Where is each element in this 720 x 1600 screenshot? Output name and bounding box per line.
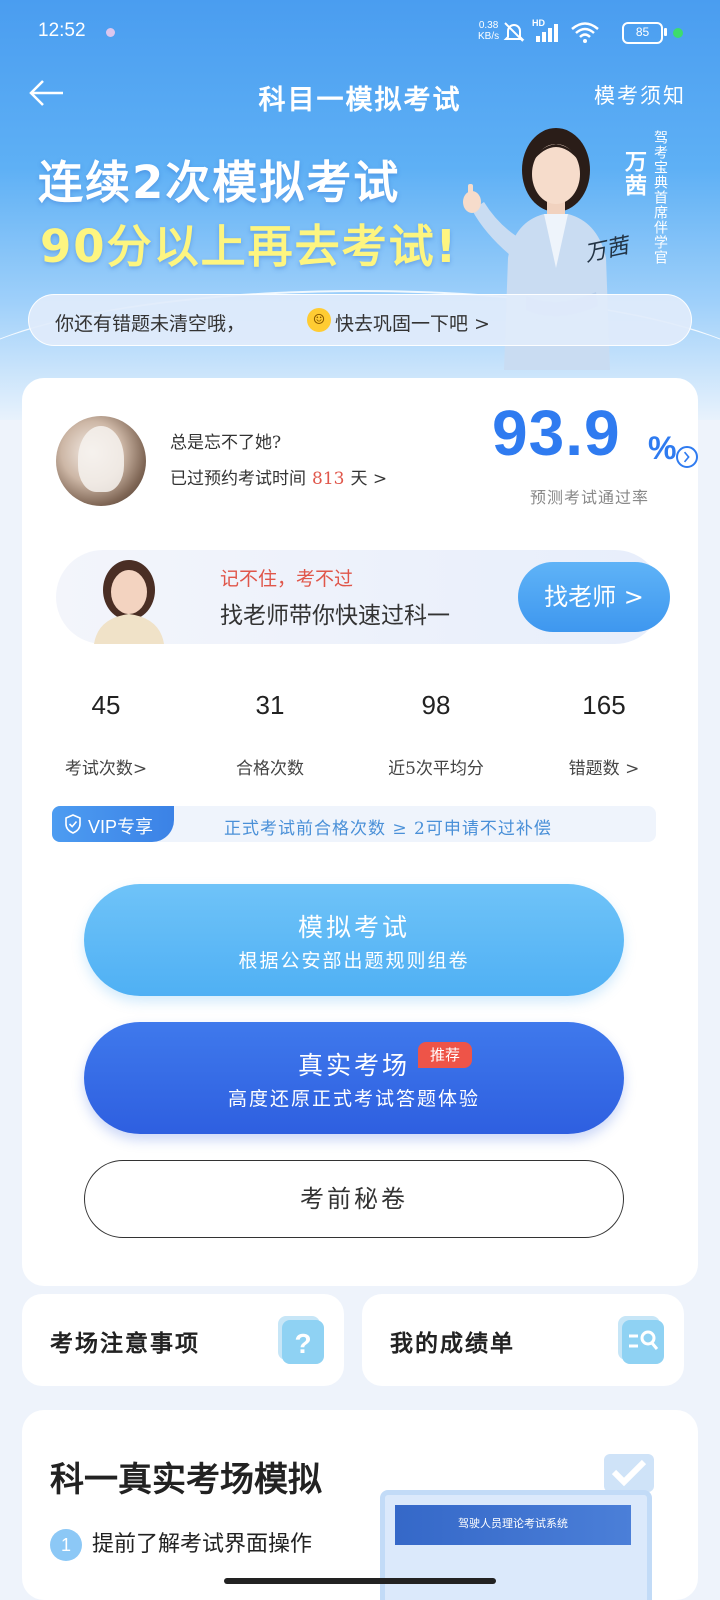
stat-pass-count: 31 合格次数 [200,690,340,779]
days-prefix: 已过预约考试时间 [170,469,306,489]
battery-level: 85 [635,25,650,39]
banner-headline-1: 连续2次模拟考试 [38,156,401,209]
spokesperson-name: 万茜 [621,150,647,198]
battery-tip [664,28,667,36]
teacher-title: 找老师带你快速过科一 [220,603,450,629]
exam-summary-card: 总是忘不了她? 已过预约考试时间 813 天 > 93.9 % 预测考试通过率 记不… [22,378,698,1286]
stat-exam-count[interactable]: 45 考试次数> [36,690,176,779]
find-teacher-button[interactable]: 找老师 > [518,562,670,632]
days-suffix: 天 > [350,469,388,489]
stat-label: 合格次数 [236,759,304,779]
notification-dot-icon [106,28,115,37]
vip-description: 正式考试前合格次数 ≥ 2可申请不过补偿 [224,819,552,839]
status-time: 12:52 [38,20,86,41]
stat-value: 31 [255,690,285,720]
real-exam-title: 真实考场 [297,1051,410,1080]
charging-dot-icon [673,28,683,38]
real-exam-simulation-section: 科一真实考场模拟 驾驶人员理论考试系统 1 提前了解考试界面操作 [22,1410,698,1600]
vip-compensation-row[interactable]: VIP专享 正式考试前合格次数 ≥ 2可申请不过补偿 [52,806,656,842]
stat-label: 近5次平均分 [388,759,484,779]
stat-wrong-count[interactable]: 165 错题数 > [534,690,674,779]
tip-text-before: 你还有错题未清空哦， [55,313,246,335]
signal-icon [536,24,558,42]
avatar-figure [78,426,124,492]
exam-notice-title: 考场注意事项 [50,1330,200,1357]
svg-text:?: ? [294,1328,311,1359]
exam-screen-header: 驾驶人员理论考试系统 [395,1505,631,1545]
network-speed-unit: KB/s [478,31,500,42]
mock-exam-title: 模拟考试 [297,913,410,942]
section-title: 科一真实考场模拟 [50,1460,322,1500]
score-report-title: 我的成绩单 [390,1330,515,1357]
real-exam-button[interactable]: 真实考场 推荐 高度还原正式考试答题体验 [84,1022,624,1134]
real-exam-subtitle: 高度还原正式考试答题体验 [227,1088,480,1110]
question-mark-icon: ? [278,1316,324,1364]
stat-value: 98 [421,690,451,720]
banner-headline-2: 90分以上再去考试! [40,220,459,273]
exam-screen-caption: 驾驶人员理论考试系统 [458,1517,568,1530]
exam-notice-link[interactable]: 模考须知 [594,80,686,110]
pass-rate-label: 预测考试通过率 [530,488,650,507]
network-speed: 0.38 KB/s [478,20,499,42]
mock-exam-subtitle: 根据公安部出题规则组卷 [238,950,470,972]
stat-label: 错题数 > [568,759,640,779]
days-value: 813 [312,469,345,489]
exam-days-link[interactable]: 已过预约考试时间 813 天 > [170,464,387,489]
stat-average-score: 98 近5次平均分 [366,690,506,779]
chevron-right-circle-icon[interactable] [676,446,698,468]
score-report-card[interactable]: 我的成绩单 [362,1294,684,1386]
stat-value: 45 [91,690,121,720]
pass-rate-unit: % [648,430,677,466]
status-bar: 12:52 0.38 KB/s HD 85 [0,0,720,64]
user-nickname: 总是忘不了她? [170,433,282,453]
wifi-icon [571,22,599,43]
recommend-badge: 推荐 [418,1042,472,1068]
wrong-questions-tip[interactable]: 你还有错题未清空哦， ☺ 快去巩固一下吧 > [28,294,692,346]
mock-exam-button[interactable]: 模拟考试 根据公安部出题规则组卷 [84,884,624,996]
step-number: 1 [50,1529,82,1561]
home-indicator[interactable] [224,1578,496,1584]
stat-value: 165 [582,690,626,720]
smile-emoji-icon: ☺ [307,308,331,332]
vip-badge: VIP专享 [52,806,174,842]
exam-notice-card[interactable]: 考场注意事项 ? [22,1294,344,1386]
checkmark-icon [604,1454,654,1492]
tip-text-after: 快去巩固一下吧 > [335,313,490,335]
user-avatar[interactable] [56,416,146,506]
step-text: 提前了解考试界面操作 [92,1532,313,1557]
teacher-subtitle: 记不住，考不过 [220,568,354,590]
teacher-photo [94,560,164,644]
vip-badge-label: VIP专享 [88,817,154,837]
pass-rate-value: 93.9 [492,397,621,469]
battery-icon: 85 [622,22,663,44]
secret-paper-button[interactable]: 考前秘卷 [84,1160,624,1238]
shield-check-icon [65,814,81,834]
network-speed-value: 0.38 [478,20,499,31]
spokesperson-role: 驾考宝典首席伴学官 [652,130,668,265]
find-teacher-banner[interactable]: 记不住，考不过 找老师带你快速过科一 找老师 > [56,550,670,644]
stat-label: 考试次数> [64,759,148,779]
report-search-icon [618,1316,664,1364]
step-item: 1 提前了解考试界面操作 [50,1526,312,1561]
bell-muted-icon [503,22,525,42]
